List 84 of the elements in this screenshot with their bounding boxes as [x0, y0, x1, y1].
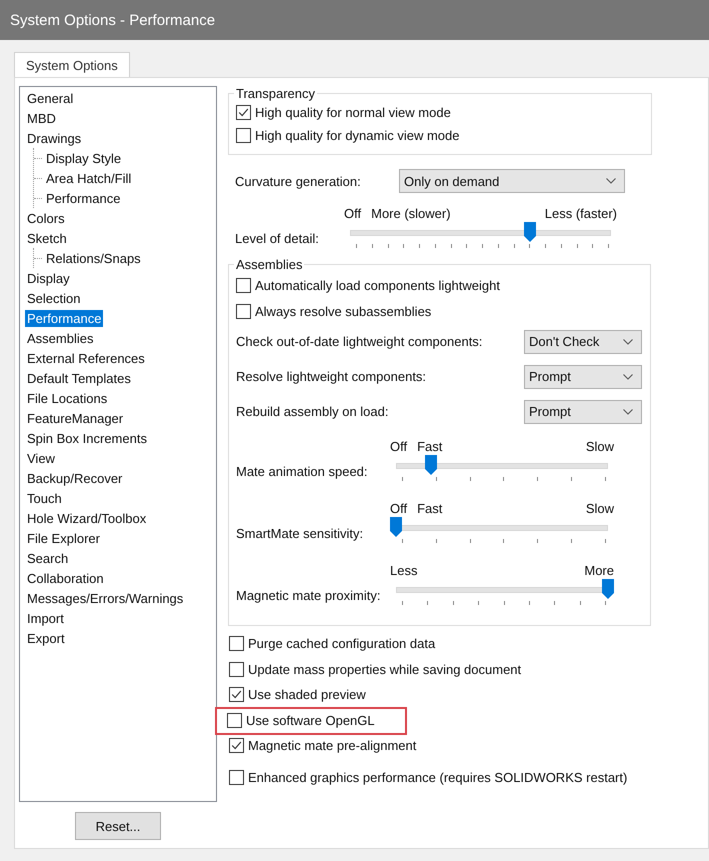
checkbox[interactable] [236, 105, 251, 120]
field-label: Check out-of-date lightweight components: [236, 334, 482, 349]
sidebar-item[interactable]: Display Style [44, 150, 124, 166]
sidebar-item[interactable]: Colors [25, 210, 67, 226]
checkbox-label[interactable]: Use shaded preview [248, 687, 366, 702]
sidebar-item[interactable]: Drawings [25, 130, 84, 146]
tab[interactable]: System Options [14, 52, 130, 77]
sidebar-item[interactable]: Relations/Snaps [44, 250, 143, 266]
scale-label: Fast [417, 500, 442, 516]
sidebar-item[interactable]: FeatureManager [25, 410, 126, 426]
scale-label: More [584, 562, 614, 578]
scale-label: Off [390, 500, 408, 516]
sidebar-item[interactable]: Display [25, 270, 72, 286]
sidebar-item[interactable]: Performance [25, 310, 104, 326]
checkbox[interactable] [236, 304, 251, 318]
slider-label: SmartMate sensitivity: [236, 526, 364, 540]
slider-label: Mate animation speed: [236, 464, 369, 478]
dropdown[interactable]: Only on demand [399, 169, 625, 193]
sidebar-item[interactable]: Performance [44, 190, 122, 206]
sidebar-item[interactable]: Export [25, 630, 67, 646]
dropdown[interactable]: Prompt [524, 400, 642, 424]
sidebar-item[interactable]: File Explorer [25, 530, 102, 546]
scale-label: Off [344, 206, 362, 220]
checkbox[interactable] [229, 738, 244, 753]
reset-button[interactable]: Reset... [75, 812, 161, 840]
sidebar-item[interactable]: Backup/Recover [25, 470, 124, 486]
checkbox[interactable] [229, 636, 244, 652]
group-title: Assemblies [235, 257, 304, 272]
sidebar-item[interactable]: General [25, 90, 76, 106]
sidebar-item[interactable]: MBD [25, 110, 58, 126]
checkbox-label[interactable]: Magnetic mate pre-alignment [248, 738, 416, 753]
sidebar-item[interactable]: Messages/Errors/Warnings [25, 590, 186, 606]
checkbox-label[interactable]: High quality for dynamic view mode [255, 128, 460, 143]
field-label: Resolve lightweight components: [236, 369, 426, 384]
sidebar-item[interactable]: Collaboration [25, 570, 106, 586]
slider-label: Magnetic mate proximity: [236, 588, 382, 602]
chevron-down-icon [623, 338, 633, 344]
sidebar-item[interactable]: External References [25, 350, 147, 366]
dropdown[interactable]: Prompt [524, 364, 642, 388]
checkbox[interactable] [236, 128, 251, 143]
sidebar-item[interactable]: Selection [25, 290, 82, 306]
sidebar-item[interactable]: Sketch [25, 230, 69, 246]
sidebar-item[interactable]: Area Hatch/Fill [44, 170, 134, 186]
checkbox[interactable] [227, 713, 242, 728]
scale-label: Less [390, 562, 418, 578]
sidebar-item[interactable]: Default Templates [25, 370, 133, 386]
chevron-down-icon [606, 178, 616, 184]
checkbox-label[interactable]: Use software OpenGL [246, 713, 375, 728]
scale-label: Off [390, 438, 408, 454]
checkbox-label[interactable]: Purge cached configuration data [248, 636, 436, 652]
scale-label: Less (faster) [544, 206, 617, 220]
checkbox-label[interactable]: High quality for normal view mode [255, 105, 451, 120]
checkbox-label[interactable]: Always resolve subassemblies [255, 304, 432, 318]
window-title: System Options - Performance [10, 12, 216, 28]
scale-label: Slow [586, 438, 614, 454]
checkbox[interactable] [229, 662, 244, 677]
checkbox-label[interactable]: Enhanced graphics performance (requires SOLIDWORKS restart) [248, 770, 628, 786]
sidebar-item[interactable]: Touch [25, 490, 64, 506]
sidebar-item[interactable]: Import [25, 610, 66, 626]
sidebar-item[interactable]: Spin Box Increments [25, 430, 149, 446]
sidebar-item[interactable]: Search [25, 550, 70, 566]
checkbox-label[interactable]: Automatically load components lightweight [255, 278, 500, 292]
sidebar-item[interactable]: View [25, 450, 57, 466]
chevron-down-icon [623, 374, 633, 380]
checkbox-label[interactable]: Update mass properties while saving document [248, 662, 522, 677]
checkbox[interactable] [236, 278, 251, 292]
slider-thumb[interactable] [524, 222, 536, 242]
slider-label: Level of detail: [235, 230, 320, 246]
scale-label: Slow [586, 500, 614, 516]
group-title: Transparency [235, 86, 316, 101]
slider-thumb[interactable] [425, 455, 438, 475]
sidebar-item[interactable]: Assemblies [25, 330, 96, 346]
scale-label: Fast [417, 438, 442, 454]
scale-label: More (slower) [371, 206, 451, 220]
checkbox[interactable] [229, 770, 244, 786]
chevron-down-icon [623, 408, 633, 414]
field-label: Rebuild assembly on load: [236, 404, 388, 419]
checkbox[interactable] [229, 687, 244, 702]
sidebar-item[interactable]: File Locations [25, 390, 110, 406]
slider-thumb[interactable] [390, 517, 402, 537]
field-label: Curvature generation: [235, 174, 362, 188]
dropdown[interactable]: Don't Check [524, 330, 642, 354]
sidebar-item[interactable]: Hole Wizard/Toolbox [25, 510, 148, 526]
slider-thumb[interactable] [602, 579, 614, 599]
